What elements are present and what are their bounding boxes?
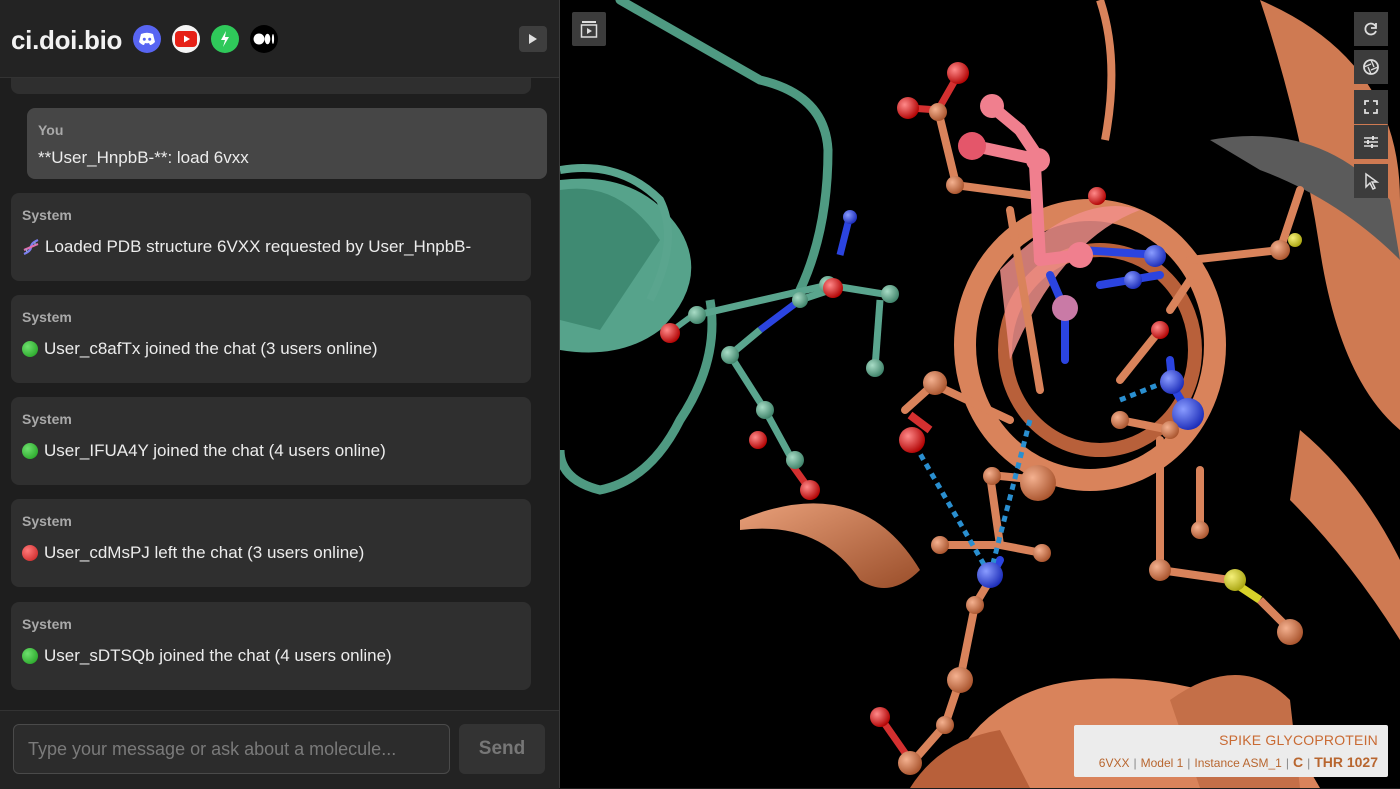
message-card: System User_c8afTx joined the chat (3 us…	[11, 295, 531, 383]
green-status-icon	[22, 648, 38, 664]
play-icon	[529, 34, 537, 44]
chat-input-area: Send	[0, 710, 559, 789]
message-card: System User_IFUA4Y joined the chat (4 us…	[11, 397, 531, 485]
pdb-id: 6VXX	[1098, 756, 1130, 770]
message-text: User_IFUA4Y joined the chat (4 users onl…	[44, 441, 386, 460]
message-sender: System	[22, 309, 72, 325]
message-text: **User_HnpbB-**: load 6vxx	[38, 148, 249, 167]
entity-name: SPIKE GLYCOPROTEIN	[1219, 732, 1378, 748]
site-title[interactable]: ci.doi.bio	[11, 25, 122, 56]
youtube-icon[interactable]	[172, 25, 200, 53]
message-sender: System	[22, 207, 72, 223]
chain-a-cartoon	[560, 0, 899, 500]
message-card: System User_cdMsPJ left the chat (3 user…	[11, 499, 531, 587]
message-card-partial	[11, 78, 531, 94]
chat-header: ci.doi.bio	[0, 0, 559, 78]
toggle-panel-button[interactable]	[572, 12, 606, 46]
medium-icon[interactable]	[250, 25, 278, 53]
message-text: User_c8afTx joined the chat (3 users onl…	[44, 339, 378, 358]
green-status-icon	[22, 341, 38, 357]
message-card: You **User_HnpbB-**: load 6vxx	[27, 108, 547, 179]
chat-panel: ci.doi.bio You **User_HnpbB-**: load 6vx…	[0, 0, 560, 789]
message-text: User_sDTSQb joined the chat (4 users onl…	[44, 646, 392, 665]
panel-icon	[580, 21, 598, 38]
message-body: User_sDTSQb joined the chat (4 users onl…	[22, 646, 392, 666]
message-body: User_c8afTx joined the chat (3 users onl…	[22, 339, 378, 359]
refresh-icon	[1364, 22, 1377, 36]
selection-mode-button[interactable]	[1354, 164, 1388, 198]
green-status-icon	[22, 443, 38, 459]
screenshot-button[interactable]	[1354, 50, 1388, 84]
chain-label: C	[1292, 754, 1304, 770]
message-input[interactable]	[13, 724, 450, 774]
camera-aperture-icon	[1363, 59, 1379, 75]
message-list[interactable]: You **User_HnpbB-**: load 6vxx System Lo…	[0, 78, 559, 710]
message-card: System User_sDTSQb joined the chat (4 us…	[11, 602, 531, 690]
message-sender: System	[22, 513, 72, 529]
message-text: Loaded PDB structure 6VXX requested by U…	[45, 237, 472, 256]
model-label: Model 1	[1140, 756, 1184, 770]
entity-location: 6VXX | Model 1 | Instance ASM_1 | C | THR 1027	[1098, 754, 1378, 770]
message-sender: System	[22, 616, 72, 632]
send-button[interactable]: Send	[459, 724, 545, 774]
discord-icon[interactable]	[133, 25, 161, 53]
fullscreen-icon	[1364, 100, 1378, 114]
molecule-viewer[interactable]: SPIKE GLYCOPROTEIN 6VXX | Model 1 | Instance…	[560, 0, 1400, 788]
residue-label: THR 1027	[1314, 754, 1378, 770]
play-button[interactable]	[519, 26, 547, 52]
red-status-icon	[22, 545, 38, 561]
molecule-canvas[interactable]	[560, 0, 1400, 788]
instance-label: Instance ASM_1	[1194, 756, 1282, 770]
dna-icon	[23, 238, 39, 256]
message-sender: System	[22, 411, 72, 427]
message-body: Loaded PDB structure 6VXX requested by U…	[22, 237, 471, 257]
message-sender: You	[38, 122, 64, 138]
highlight-info-box: SPIKE GLYCOPROTEIN 6VXX | Model 1 | Instance…	[1074, 725, 1388, 777]
sliders-icon	[1364, 136, 1378, 148]
cursor-icon	[1365, 172, 1380, 190]
runner-icon[interactable]	[211, 25, 239, 53]
message-body: User_cdMsPJ left the chat (3 users onlin…	[22, 543, 364, 563]
message-text: User_cdMsPJ left the chat (3 users onlin…	[44, 543, 365, 562]
fullscreen-button[interactable]	[1354, 90, 1388, 124]
settings-button[interactable]	[1354, 125, 1388, 159]
message-card: System Loaded PDB structure 6VXX request…	[11, 193, 531, 281]
message-body: User_IFUA4Y joined the chat (4 users onl…	[22, 441, 386, 461]
reset-view-button[interactable]	[1354, 12, 1388, 46]
chain-c-cartoon	[740, 0, 1400, 788]
